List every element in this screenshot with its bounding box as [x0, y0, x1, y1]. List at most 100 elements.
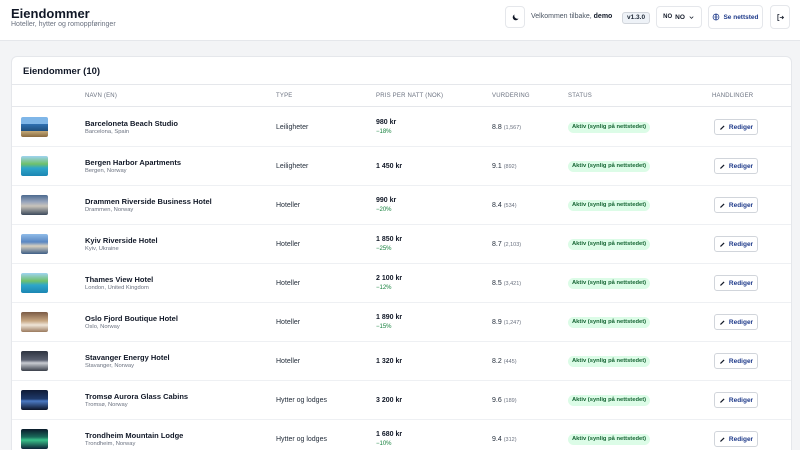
property-type: Hytter og lodges	[276, 436, 327, 443]
property-price: 1 320 kr	[376, 358, 403, 365]
language-code: NO	[663, 14, 673, 20]
username: demo	[593, 13, 613, 20]
rating-count: (312)	[503, 437, 517, 443]
property-name: Oslo Fjord Boutique Hotel	[85, 314, 178, 323]
edit-label: Rediger	[728, 201, 754, 209]
table-row: Stavanger Energy Hotel Stavanger, Norway…	[12, 342, 791, 381]
edit-label: Rediger	[728, 162, 754, 170]
property-location: Bergen, Norway	[85, 168, 127, 174]
edit-button[interactable]: Rediger	[714, 431, 758, 447]
rating-score: 8.2	[492, 358, 502, 365]
property-location: Tromsø, Norway	[85, 402, 128, 408]
welcome-prefix: Velkommen tilbake,	[531, 13, 592, 20]
property-discount: −12%	[376, 285, 392, 291]
rating-count: (1,247)	[503, 320, 522, 326]
table-row: Trondheim Mountain Lodge Trondheim, Norw…	[12, 420, 791, 450]
property-thumbnail	[21, 351, 48, 371]
edit-button[interactable]: Rediger	[714, 197, 758, 213]
property-rating: 9.1 (892)	[492, 163, 517, 170]
edit-button[interactable]: Rediger	[714, 119, 758, 135]
property-price: 990 kr	[376, 197, 397, 204]
moon-icon	[512, 14, 518, 20]
edit-label: Rediger	[728, 279, 754, 287]
property-location: Kyiv, Ukraine	[85, 246, 119, 252]
column-status: STATUS	[568, 93, 592, 99]
property-discount: −15%	[376, 324, 392, 330]
pencil-icon	[720, 241, 725, 247]
property-discount: −10%	[376, 441, 392, 447]
rating-count: (1,567)	[503, 125, 522, 131]
page-title: Eiendommer	[11, 6, 90, 21]
edit-button[interactable]: Rediger	[714, 392, 758, 408]
property-rating: 8.4 (534)	[492, 202, 517, 209]
property-discount: −25%	[376, 246, 392, 252]
status-badge: Aktiv (synlig på nettstedet)	[568, 317, 651, 328]
properties-title: Eiendommer (10)	[23, 66, 101, 77]
rating-score: 8.8	[492, 124, 502, 131]
edit-label: Rediger	[728, 123, 754, 131]
property-name: Barceloneta Beach Studio	[85, 119, 178, 128]
property-name: Trondheim Mountain Lodge	[85, 431, 184, 440]
pencil-icon	[720, 397, 725, 403]
rating-score: 9.1	[492, 163, 502, 170]
edit-button[interactable]: Rediger	[714, 314, 758, 330]
property-rating: 8.2 (445)	[492, 358, 517, 365]
pencil-icon	[720, 202, 725, 208]
properties-card: Eiendommer (10) NAVN (EN) TYPE PRIS PER …	[11, 56, 792, 450]
edit-button[interactable]: Rediger	[714, 353, 758, 369]
pencil-icon	[720, 358, 725, 364]
edit-button[interactable]: Rediger	[714, 158, 758, 174]
status-badge: Aktiv (synlig på nettstedet)	[568, 278, 651, 289]
property-location: Trondheim, Norway	[85, 441, 136, 447]
column-actions: HANDLINGER	[712, 93, 754, 99]
property-thumbnail	[21, 234, 48, 254]
property-type: Hoteller	[276, 202, 301, 209]
language-select[interactable]: NO NO	[656, 6, 702, 28]
rating-score: 8.5	[492, 280, 502, 287]
property-location: Oslo, Norway	[85, 324, 120, 330]
rating-score: 9.4	[492, 436, 502, 443]
view-site-button[interactable]: Se nettsted	[708, 5, 763, 29]
property-price: 1 450 kr	[376, 163, 403, 170]
pencil-icon	[720, 124, 725, 130]
edit-label: Rediger	[728, 435, 754, 443]
property-thumbnail	[21, 156, 48, 176]
property-price: 980 kr	[376, 119, 397, 126]
rating-count: (445)	[503, 359, 517, 365]
property-location: London, United Kingdom	[85, 285, 149, 291]
edit-label: Rediger	[728, 357, 754, 365]
pencil-icon	[720, 319, 725, 325]
table-row: Thames View Hotel London, United Kingdom…	[12, 264, 791, 303]
table-header: NAVN (EN) TYPE PRIS PER NATT (NOK) VURDE…	[12, 85, 791, 107]
version-badge: v1.3.0	[622, 12, 651, 24]
rating-count: (2,103)	[503, 242, 522, 248]
property-price: 1 680 kr	[376, 431, 403, 438]
property-discount: −18%	[376, 129, 392, 135]
property-type: Leiligheter	[276, 124, 309, 131]
rating-score: 8.7	[492, 241, 502, 248]
edit-button[interactable]: Rediger	[714, 275, 758, 291]
property-type: Hoteller	[276, 319, 301, 326]
property-type: Hoteller	[276, 241, 301, 248]
property-location: Barcelona, Spain	[85, 129, 130, 135]
column-price: PRIS PER NATT (NOK)	[376, 93, 444, 99]
rating-score: 9.6	[492, 397, 502, 404]
property-price: 1 890 kr	[376, 314, 403, 321]
property-rating: 9.4 (312)	[492, 436, 517, 443]
edit-label: Rediger	[728, 240, 754, 248]
column-name: NAVN (EN)	[85, 93, 118, 99]
status-badge: Aktiv (synlig på nettstedet)	[568, 239, 651, 250]
theme-toggle-button[interactable]	[505, 6, 525, 28]
logout-icon	[776, 13, 784, 21]
table-row: Drammen Riverside Business Hotel Drammen…	[12, 186, 791, 225]
chevron-down-icon	[689, 15, 694, 19]
property-name: Thames View Hotel	[85, 275, 154, 284]
logout-button[interactable]	[770, 5, 790, 29]
property-rating: 8.8 (1,567)	[492, 124, 521, 131]
property-type: Hoteller	[276, 280, 301, 287]
rating-score: 8.9	[492, 319, 502, 326]
property-name: Bergen Harbor Apartments	[85, 158, 181, 167]
property-price: 3 200 kr	[376, 397, 403, 404]
property-name: Drammen Riverside Business Hotel	[85, 197, 212, 206]
edit-button[interactable]: Rediger	[714, 236, 758, 252]
